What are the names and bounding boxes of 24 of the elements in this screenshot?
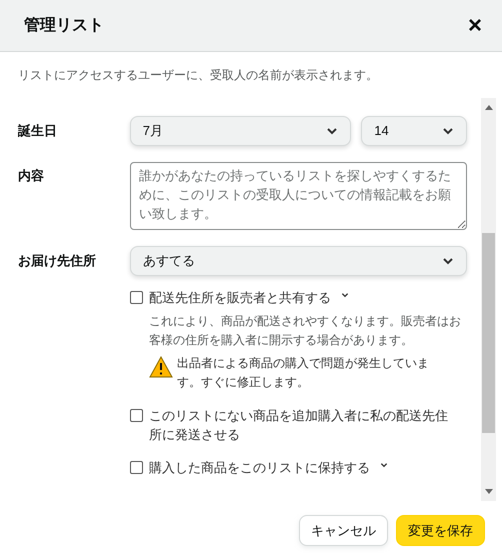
checkbox[interactable] (130, 461, 143, 474)
field-label: 誕生日 (18, 122, 58, 140)
checkbox[interactable] (130, 409, 143, 422)
dropdown[interactable]: 14 (361, 116, 468, 146)
warning-text: 出品者による商品の購入で問題が発生しています。すぐに修正します。 (177, 355, 430, 391)
scroll-up-icon[interactable] (484, 104, 492, 110)
dialog-title: 管理リスト (24, 16, 104, 36)
warning-icon (149, 356, 173, 378)
checkbox-label[interactable]: 配送先住所を販売者と共有する (149, 288, 331, 307)
details-text: これにより、商品が配送されやすくなります。販売者はお客様の住所を購入者に開示する場合があります。 (149, 313, 462, 349)
field-label: お届け先住所 (18, 252, 97, 270)
description-text: リストにアクセスするユーザーに、受取人の名前が表示されます。 (18, 67, 379, 84)
close-button[interactable]: × (468, 14, 482, 38)
checkbox[interactable] (130, 291, 143, 304)
scrollbar[interactable] (481, 98, 496, 501)
dropdown[interactable]: あすてる (130, 246, 467, 276)
save-button[interactable]: 変更を保存 (396, 515, 485, 546)
content-textarea[interactable]: 誰かがあなたの持っているリストを探しやすくするために、このリストの受取人についての情報記載をお願い致します。 (130, 162, 467, 230)
scroll-down-icon[interactable] (484, 489, 492, 495)
dropdown[interactable]: 7月 (130, 116, 352, 146)
checkbox-label[interactable]: 購入した商品をこのリストに保持する (149, 458, 370, 477)
cancel-button[interactable]: キャンセル (299, 515, 388, 546)
checkbox-label[interactable]: このリストにない商品を追加購入者に私の配送先住所に発送させる (149, 406, 459, 444)
field-label: 内容 (18, 167, 45, 185)
